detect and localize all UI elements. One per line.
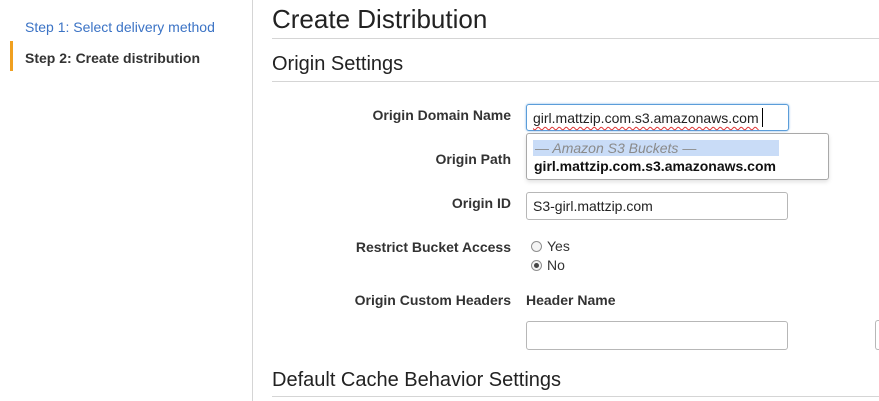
radio-unchecked-icon [531,240,542,252]
wizard-sidebar: Step 1: Select delivery method Step 2: C… [0,0,253,401]
origin-settings-divider [272,81,879,82]
dropdown-option-bucket[interactable]: girl.mattzip.com.s3.amazonaws.com [534,158,776,174]
cache-behavior-heading: Default Cache Behavior Settings [272,369,562,391]
origin-path-label: Origin Path [435,151,511,167]
dropdown-group-header: — Amazon S3 Buckets — [533,140,779,156]
origin-domain-name-input[interactable]: girl.mattzip.com.s3.amazonaws.com [526,104,789,131]
header-name-input[interactable] [526,321,788,350]
restrict-bucket-access-label: Restrict Bucket Access [355,239,511,255]
restrict-access-no-label: No [547,257,565,273]
page-title: Create Distribution [272,4,488,34]
restrict-access-yes-label: Yes [547,238,570,254]
origin-domain-name-label: Origin Domain Name [372,107,511,123]
step-2-current: Step 2: Create distribution [25,50,201,66]
restrict-access-yes-radio[interactable]: Yes [531,238,570,254]
origin-id-label: Origin ID [451,195,511,211]
cache-behavior-divider [272,396,879,397]
origin-custom-headers-label: Origin Custom Headers [354,292,511,308]
origin-domain-name-value: girl.mattzip.com.s3.amazonaws.com [533,110,759,126]
step-1-link[interactable]: Step 1: Select delivery method [25,19,215,35]
restrict-access-no-radio[interactable]: No [531,257,565,273]
origin-settings-heading: Origin Settings [272,53,404,75]
origin-domain-dropdown: — Amazon S3 Buckets — girl.mattzip.com.s… [526,133,829,180]
active-step-indicator [10,41,13,71]
origin-id-input[interactable] [526,192,788,220]
header-value-input-partial[interactable] [875,320,879,350]
text-caret [762,108,763,127]
header-name-column-label: Header Name [526,292,616,308]
radio-checked-icon [531,259,542,271]
title-divider [272,38,879,39]
main-content: Create Distribution Origin Settings Orig… [253,0,879,401]
